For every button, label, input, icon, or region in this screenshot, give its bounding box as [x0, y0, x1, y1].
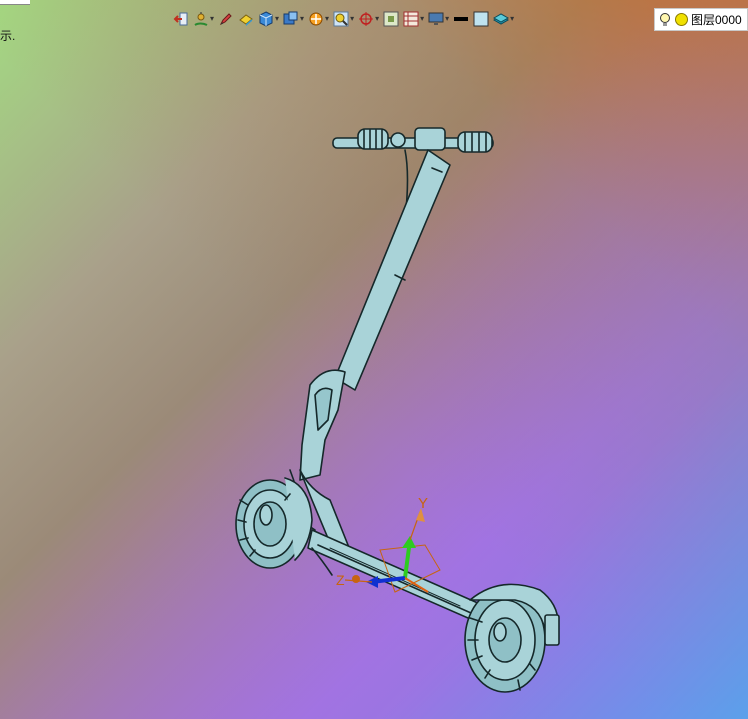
- lightbulb-icon: [660, 12, 670, 26]
- snap-button[interactable]: ▾: [192, 9, 215, 29]
- frame-button[interactable]: [382, 9, 400, 29]
- cube-icon: [259, 11, 273, 27]
- chevron-down-icon: ▾: [445, 14, 450, 23]
- section-icon: [309, 12, 323, 26]
- scooter-stem: [334, 149, 451, 391]
- layer-color-icon: [675, 13, 688, 26]
- scooter-front-wheel: [235, 477, 313, 569]
- section-button[interactable]: ▾: [307, 9, 330, 29]
- chevron-down-icon: ▾: [275, 14, 280, 23]
- layers-button[interactable]: ▾: [492, 9, 515, 29]
- color-swatch-button[interactable]: [472, 9, 490, 29]
- layers-icon: [493, 13, 510, 25]
- chevron-down-icon: ▾: [325, 14, 330, 23]
- zoom-window-icon: [333, 11, 349, 27]
- chevron-down-icon: ▾: [420, 14, 425, 23]
- chevron-down-icon: ▾: [300, 14, 305, 23]
- view-cube-icon: [283, 11, 298, 25]
- exit-sketch-button[interactable]: [172, 9, 190, 29]
- line-style-button[interactable]: [452, 9, 470, 29]
- chevron-down-icon: ▾: [510, 14, 515, 23]
- chevron-down-icon: ▾: [210, 14, 215, 23]
- snap-icon: [194, 12, 208, 26]
- pen-icon: [219, 13, 232, 26]
- cube-button[interactable]: ▾: [257, 9, 280, 29]
- window-tab-fragment: [0, 0, 30, 5]
- paint-bucket-icon: [239, 14, 253, 26]
- monitor-icon: [428, 12, 444, 25]
- pen-button[interactable]: [217, 9, 235, 29]
- exit-sketch-icon: [173, 12, 188, 26]
- paint-bucket-button[interactable]: [237, 9, 255, 29]
- axis-z-label: Z: [336, 572, 345, 588]
- monitor-button[interactable]: ▾: [427, 9, 450, 29]
- chevron-down-icon: ▾: [375, 14, 380, 23]
- grid-icon: [403, 11, 419, 27]
- zoom-window-button[interactable]: ▾: [332, 9, 355, 29]
- scooter-rear-wheel: [464, 583, 560, 693]
- layer-name: 图层0000: [691, 13, 742, 27]
- color-swatch-icon: [473, 11, 489, 27]
- chevron-down-icon: ▾: [350, 14, 355, 23]
- status-text: 示.: [0, 29, 16, 43]
- origin-button[interactable]: ▾: [357, 9, 380, 29]
- grid-button[interactable]: ▾: [402, 9, 425, 29]
- view-cube-button[interactable]: ▾: [282, 9, 305, 29]
- axis-y-label: Y: [418, 495, 428, 512]
- frame-icon: [383, 11, 399, 27]
- origin-icon: [359, 12, 374, 26]
- scooter-model[interactable]: Y Z: [0, 0, 748, 719]
- view-toolbar: ▾ ▾ ▾ ▾ ▾ ▾ ▾ ▾ ▾: [172, 8, 517, 30]
- layer-selector[interactable]: 图层0000: [654, 8, 748, 31]
- line-style-icon: [454, 17, 469, 21]
